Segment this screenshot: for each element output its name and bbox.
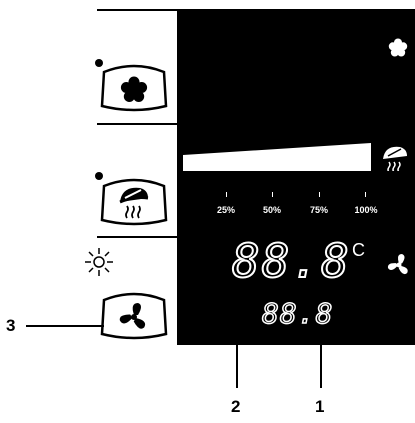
main-temperature-display: 88.8 bbox=[231, 234, 351, 288]
intensity-display-panel bbox=[177, 125, 415, 236]
scale-tick bbox=[272, 192, 273, 197]
flower-button[interactable] bbox=[98, 62, 170, 114]
callout-3: 3 bbox=[6, 316, 16, 335]
temperature-unit: C bbox=[352, 240, 365, 260]
scale-label-25: 25% bbox=[216, 205, 236, 215]
callout-1: 1 bbox=[315, 397, 325, 416]
scale-tick bbox=[226, 192, 227, 197]
fan-indicator-icon bbox=[387, 254, 408, 275]
callout-2-line bbox=[236, 292, 238, 388]
scale-tick bbox=[365, 192, 366, 197]
fan-button[interactable] bbox=[98, 290, 170, 342]
scale-label-75: 75% bbox=[309, 205, 329, 215]
callout-3-line bbox=[26, 325, 104, 327]
scale-tick bbox=[319, 192, 320, 197]
heat-spray-indicator-icon bbox=[383, 146, 407, 171]
fan-speed-display-panel bbox=[177, 11, 415, 123]
sun-icon bbox=[85, 248, 113, 276]
scale-label-50: 50% bbox=[262, 205, 282, 215]
flower-indicator-icon bbox=[388, 38, 408, 57]
callout-2: 2 bbox=[231, 397, 241, 416]
callout-1-line bbox=[320, 340, 322, 388]
scale-label-100: 100% bbox=[354, 205, 378, 215]
heat-spray-button[interactable] bbox=[98, 176, 170, 228]
intensity-bar bbox=[183, 143, 371, 171]
secondary-display: 88.8 bbox=[261, 297, 334, 330]
